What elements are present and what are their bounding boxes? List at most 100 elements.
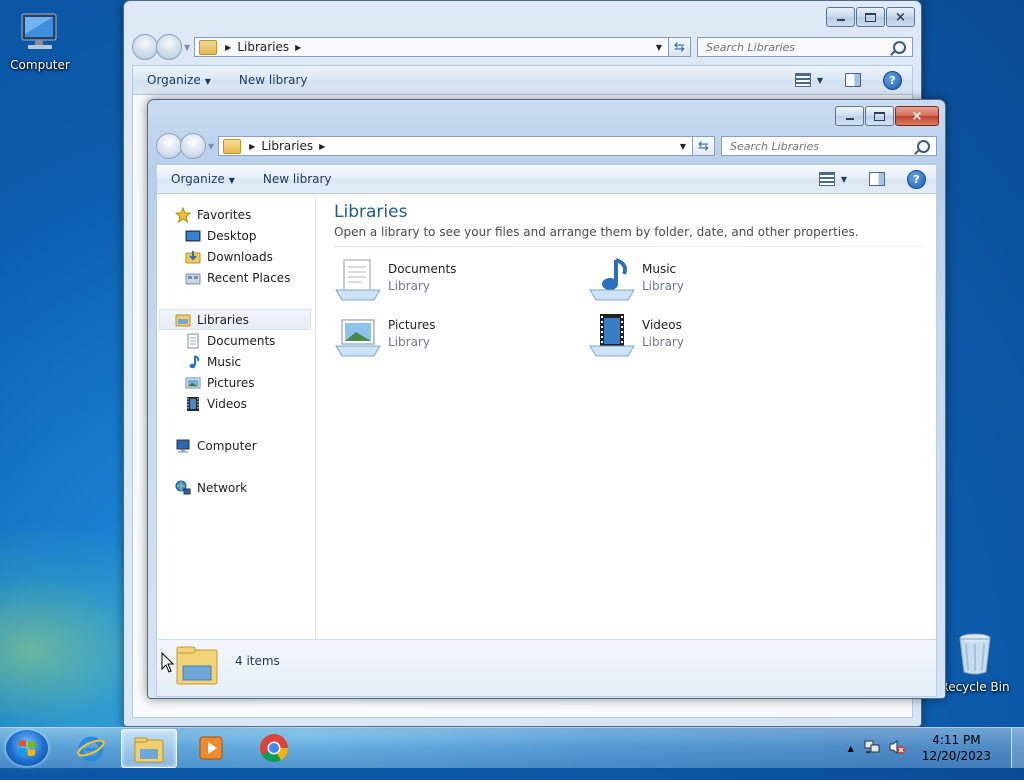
organize-label: Organize: [147, 73, 201, 87]
navigation-bar: ▼ ▶ Libraries ▶ ▼ ⇆: [132, 34, 913, 60]
desktop-icon-computer[interactable]: Computer: [0, 8, 80, 72]
recent-pages-dropdown[interactable]: ▼: [184, 43, 190, 52]
help-icon[interactable]: ?: [907, 169, 926, 189]
item-count: 4 items: [235, 654, 280, 668]
library-name: Music: [642, 262, 677, 276]
content-pane: Libraries Open a library to see your fil…: [316, 194, 936, 639]
navigation-bar: ▼ ▶ Libraries ▶ ▼ ⇆: [156, 133, 937, 159]
computer-icon: [16, 8, 64, 56]
taskbar-chrome[interactable]: [247, 729, 301, 766]
chevron-down-icon[interactable]: ▼: [817, 76, 823, 85]
search-icon[interactable]: [893, 40, 906, 54]
caption-buttons: ×: [825, 7, 915, 27]
taskbar-media-player[interactable]: [184, 729, 238, 766]
back-button[interactable]: [132, 34, 158, 60]
clock-date: 12/20/2023: [921, 749, 991, 763]
nav-pictures[interactable]: Pictures: [185, 372, 255, 393]
change-view-icon[interactable]: [818, 172, 835, 186]
nav-favorites[interactable]: Favorites: [174, 204, 252, 225]
search-box[interactable]: [721, 136, 937, 156]
close-icon: ×: [911, 108, 923, 124]
breadcrumb-arrow-icon[interactable]: ▶: [225, 43, 231, 52]
media-player-icon: [199, 736, 223, 759]
breadcrumb-arrow-icon[interactable]: ▶: [249, 142, 255, 151]
search-input[interactable]: [728, 138, 917, 154]
close-button[interactable]: ×: [886, 7, 915, 27]
breadcrumb-libraries[interactable]: Libraries: [237, 40, 289, 54]
change-view-icon[interactable]: [794, 73, 811, 87]
show-hidden-icons-icon[interactable]: ▲: [848, 744, 854, 753]
organize-label: Organize: [171, 172, 225, 186]
volume-muted-icon[interactable]: [888, 739, 906, 758]
library-tile-documents[interactable]: Documents Library: [334, 256, 564, 304]
nav-label: Computer: [197, 438, 257, 453]
nav-libraries[interactable]: Libraries: [159, 309, 311, 330]
breadcrumb-arrow-icon[interactable]: ▶: [319, 142, 325, 151]
search-box[interactable]: [697, 37, 913, 57]
minimize-button[interactable]: [826, 7, 855, 27]
recycle-bin-icon: [951, 630, 999, 678]
library-kind: Library: [388, 335, 430, 349]
command-bar: Organize ▼ New library ▼ ?: [156, 164, 937, 193]
chevron-down-icon[interactable]: ▼: [841, 175, 847, 184]
refresh-button[interactable]: ⇆: [669, 37, 691, 57]
nav-computer[interactable]: Computer: [175, 435, 257, 456]
library-tile-videos[interactable]: Videos Library: [588, 312, 818, 360]
libraries-folder-icon: [199, 39, 218, 55]
preview-pane-icon[interactable]: [869, 172, 885, 186]
desktop-icon: [185, 228, 201, 244]
nav-label: Libraries: [197, 312, 249, 327]
nav-documents[interactable]: Documents: [185, 330, 275, 351]
maximize-icon: [874, 111, 885, 121]
refresh-button[interactable]: ⇆: [693, 136, 715, 156]
desktop-icon-label: Computer: [10, 58, 70, 72]
maximize-button[interactable]: [856, 7, 885, 27]
nav-label: Favorites: [197, 207, 252, 222]
library-tile-music[interactable]: Music Library: [588, 256, 818, 304]
forward-button[interactable]: [156, 34, 182, 60]
documents-icon: [185, 333, 201, 349]
minimize-icon: [845, 118, 854, 120]
nav-label: Desktop: [207, 228, 257, 243]
library-kind: Library: [642, 279, 684, 293]
library-tile-pictures[interactable]: Pictures Library: [334, 312, 564, 360]
breadcrumb-arrow-icon[interactable]: ▶: [295, 43, 301, 52]
desktop-icon-recycle-bin[interactable]: Recycle Bin: [935, 630, 1015, 694]
network-icon: [175, 480, 191, 496]
nav-downloads[interactable]: Downloads: [185, 246, 273, 267]
nav-music[interactable]: Music: [185, 351, 241, 372]
clock[interactable]: 4:11 PM 12/20/2023: [922, 732, 991, 764]
nav-videos[interactable]: Videos: [185, 393, 247, 414]
nav-label: Videos: [207, 396, 247, 411]
search-input[interactable]: [704, 39, 893, 55]
nav-recent-places[interactable]: Recent Places: [185, 267, 290, 288]
recent-pages-dropdown[interactable]: ▼: [208, 142, 214, 151]
nav-desktop[interactable]: Desktop: [185, 225, 257, 246]
taskbar-internet-explorer[interactable]: [64, 729, 118, 766]
address-dropdown-icon[interactable]: ▼: [674, 142, 692, 151]
explorer-window-libraries[interactable]: × ▼ ▶ Libraries ▶ ▼ ⇆ Organize▼ New libr…: [147, 99, 946, 699]
search-icon[interactable]: [917, 139, 930, 153]
back-button[interactable]: [156, 133, 182, 159]
breadcrumb-libraries[interactable]: Libraries: [261, 139, 313, 153]
network-status-icon[interactable]: [864, 739, 882, 758]
preview-pane-icon[interactable]: [845, 73, 861, 87]
nav-network[interactable]: Network: [175, 477, 247, 498]
help-icon[interactable]: ?: [883, 70, 902, 90]
new-library-button[interactable]: New library: [249, 172, 346, 186]
taskbar-windows-explorer[interactable]: [121, 729, 177, 768]
close-button[interactable]: ×: [895, 106, 939, 126]
maximize-button[interactable]: [865, 106, 894, 126]
start-button[interactable]: [6, 730, 48, 766]
minimize-button[interactable]: [835, 106, 864, 126]
libraries-icon: [175, 312, 191, 328]
forward-button[interactable]: [180, 133, 206, 159]
address-bar[interactable]: ▶ Libraries ▶ ▼: [194, 37, 669, 57]
organize-button[interactable]: Organize ▼: [157, 172, 249, 186]
organize-button[interactable]: Organize ▼: [133, 73, 225, 87]
address-dropdown-icon[interactable]: ▼: [650, 43, 668, 52]
new-library-button[interactable]: New library: [225, 73, 322, 87]
show-desktop-button[interactable]: [1011, 728, 1024, 768]
address-bar[interactable]: ▶ Libraries ▶ ▼: [218, 136, 693, 156]
nav-label: Music: [207, 354, 242, 369]
